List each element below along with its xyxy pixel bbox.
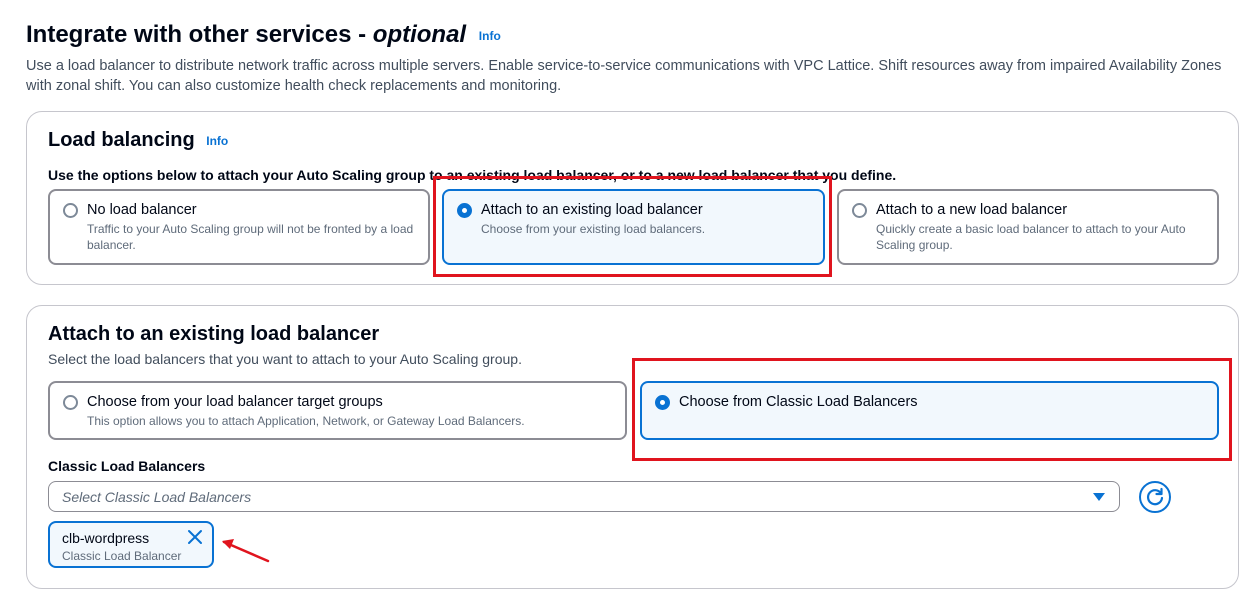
- option-label: Choose from your load balancer target gr…: [87, 394, 383, 410]
- page-description: Use a load balancer to distribute networ…: [26, 58, 1222, 94]
- classic-lb-select[interactable]: Select Classic Load Balancers: [48, 481, 1120, 512]
- option-description: Quickly create a basic load balancer to …: [876, 222, 1186, 252]
- page-title: Integrate with other services - optional…: [26, 21, 501, 49]
- option-label: No load balancer: [87, 202, 197, 218]
- annotation-box-attach-existing: [433, 176, 832, 277]
- token-name: clb-wordpress: [62, 530, 150, 546]
- load-balancing-title-text: Load balancing: [48, 129, 195, 151]
- radio-icon[interactable]: [63, 395, 78, 410]
- annotation-box-classic-lb: [632, 358, 1232, 461]
- select-placeholder: Select Classic Load Balancers: [62, 489, 252, 505]
- option-description: Traffic to your Auto Scaling group will …: [87, 222, 414, 252]
- page-title-text: Integrate with other services -: [26, 21, 373, 48]
- classic-lb-field-label: Classic Load Balancers: [48, 458, 206, 474]
- option-target-groups[interactable]: Choose from your load balancer target gr…: [48, 381, 627, 440]
- load-balancing-title: Load balancing Info: [48, 129, 228, 152]
- radio-icon[interactable]: [852, 203, 867, 218]
- option-attach-new[interactable]: Attach to a new load balancer Quickly cr…: [837, 189, 1219, 265]
- load-balancing-info-link[interactable]: Info: [206, 134, 228, 148]
- info-link[interactable]: Info: [479, 29, 501, 43]
- refresh-button[interactable]: [1139, 481, 1171, 513]
- radio-icon[interactable]: [63, 203, 78, 218]
- caret-down-icon[interactable]: [1093, 493, 1105, 501]
- option-no-load-balancer[interactable]: No load balancer Traffic to your Auto Sc…: [48, 189, 430, 265]
- existing-lb-title: Attach to an existing load balancer: [48, 323, 380, 345]
- existing-lb-subtitle: Select the load balancers that you want …: [48, 351, 522, 367]
- selected-lb-token: clb-wordpress Classic Load Balancer: [48, 521, 214, 568]
- close-icon[interactable]: [186, 528, 204, 546]
- annotation-arrow-icon: [222, 539, 270, 563]
- token-description: Classic Load Balancer: [62, 549, 182, 563]
- option-description: This option allows you to attach Applica…: [87, 414, 525, 428]
- refresh-icon: [1146, 487, 1164, 506]
- option-label: Attach to a new load balancer: [876, 202, 1068, 218]
- page-title-optional: optional: [372, 21, 467, 48]
